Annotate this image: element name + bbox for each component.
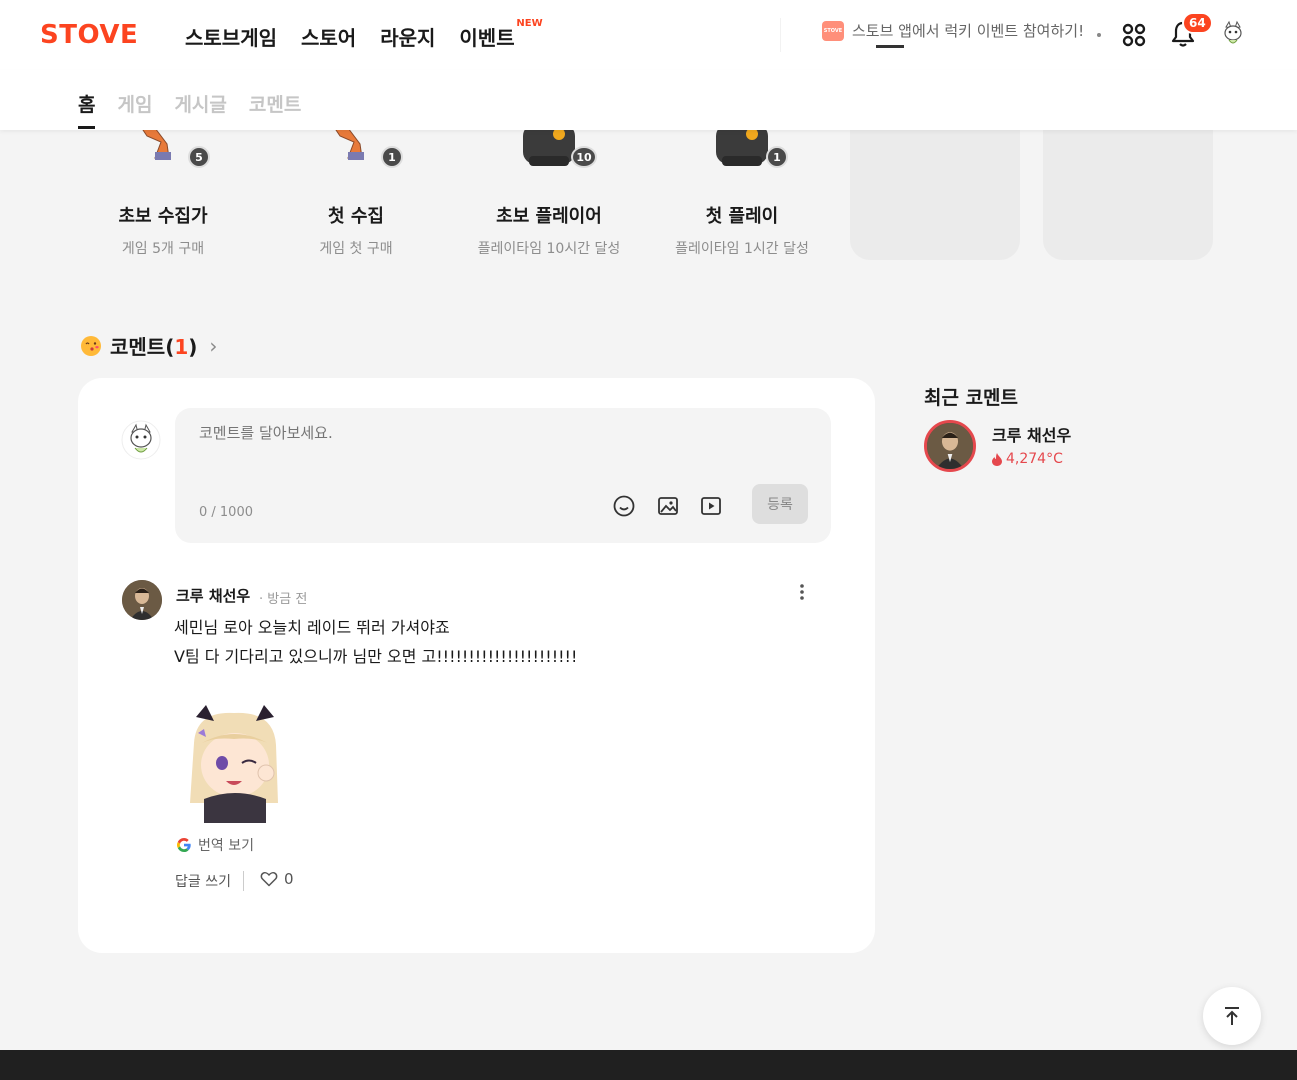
recent-comments-title: 최근 코멘트 [924,387,1019,409]
like-button[interactable]: 0 [260,870,294,888]
my-avatar [121,420,161,460]
badge-card[interactable]: 5 초보 수집가 게임 5개 구매 [73,118,253,258]
badge-count: 1 [766,146,788,168]
empty-badge-slot [850,120,1020,260]
promo-banner[interactable]: STOVE 스토브 앱에서 럭키 이벤트 참여하기! [822,20,1084,41]
badge-name: 첫 플레이 [705,206,779,227]
new-badge: NEW [516,18,543,29]
comments-heading[interactable]: 코멘트(1) › [80,331,217,360]
stove-logo[interactable]: STOVE [40,20,138,50]
profile-tabs: 홈 게임 게시글 코멘트 [78,90,301,129]
char-count: 0 / 1000 [199,505,253,520]
badge-desc: 게임 5개 구매 [121,241,205,257]
stove-app-icon: STOVE [822,20,844,41]
profile-subnav: 홈 게임 게시글 코멘트 [0,70,1297,130]
portrait-image [927,423,973,469]
empty-badge-slot [1043,120,1213,260]
comment-editor: 0 / 1000 등록 [175,408,831,543]
comment-author[interactable]: 크루 채선우 [176,585,250,606]
commenter-avatar[interactable] [122,580,162,620]
video-upload-icon[interactable] [699,494,723,518]
promo-underline [876,45,904,48]
badge-count: 10 [571,146,597,168]
tab-game[interactable]: 게임 [117,90,152,117]
badge-name: 초보 수집가 [118,206,208,227]
recent-commenter-name[interactable]: 크루 채선우 [992,422,1071,446]
tab-home[interactable]: 홈 [78,90,96,129]
scroll-to-top-button[interactable] [1203,987,1261,1045]
recent-temperature: 4,274°C [992,451,1063,467]
kiss-emoji-icon [81,335,101,356]
translate-label: 번역 보기 [198,838,254,854]
comments-count: 1 [174,335,189,359]
like-count: 0 [284,870,294,888]
chevron-right-icon: › [209,333,218,358]
comment-body: 세민님 로아 오늘치 레이드 뛰러 가셔야죠 V팀 다 기다리고 있으니까 님만… [174,613,577,671]
badge-desc: 플레이타임 1시간 달성 [675,241,809,257]
badge-card[interactable]: 1 첫 수집 게임 첫 구매 [266,118,446,258]
open-paren: ( [165,335,175,359]
reply-button[interactable]: 답글 쓰기 [175,871,231,891]
badge-desc: 게임 첫 구매 [319,241,393,257]
nav-lounge[interactable]: 라운지 [380,22,435,51]
badge-name: 초보 플레이어 [496,206,602,227]
badge-name: 첫 수집 [328,206,384,227]
nav-store[interactable]: 스토어 [301,22,356,51]
tab-posts[interactable]: 게시글 [174,90,226,117]
translate-link[interactable]: 번역 보기 [176,835,254,855]
promo-text: 스토브 앱에서 럭키 이벤트 참여하기! [852,22,1085,40]
divider [243,871,244,891]
heart-icon [260,872,278,887]
badge-desc: 플레이타임 10시간 달성 [477,241,621,257]
footer [0,1050,1297,1080]
notification-badge: 64 [1182,12,1213,34]
badge-card[interactable]: 1 첫 플레이 플레이타임 1시간 달성 [652,124,832,258]
temperature-value: 4,274°C [1006,451,1063,467]
google-icon [177,838,191,852]
image-upload-icon[interactable] [656,494,680,518]
divider [780,18,781,52]
flame-icon [992,452,1002,466]
sticker-image[interactable] [174,703,296,823]
profile-avatar[interactable] [1217,18,1249,50]
badge-count: 5 [188,146,210,168]
comment-card: 0 / 1000 등록 크루 채선우 · 방금 전 세민님 로아 오늘치 레이드 [78,378,875,953]
portrait-image [122,580,162,620]
emoji-picker-icon[interactable] [612,494,636,518]
recent-commenter-avatar[interactable] [924,420,976,472]
comment-time: · 방금 전 [259,592,308,607]
comment-line: 세민님 로아 오늘치 레이드 뛰러 가셔야죠 [174,618,450,637]
badge-count: 1 [381,146,403,168]
close-paren: ) [188,335,198,359]
top-bar: STOVE 스토브게임 스토어 라운지 이벤트 NEW STOVE 스토브 앱에… [0,0,1297,70]
more-options-icon[interactable] [798,582,806,602]
promo-dot [1097,33,1101,37]
comments-title: 코멘트 [110,335,166,359]
nav-event[interactable]: 이벤트 NEW [459,18,542,51]
submit-button[interactable]: 등록 [752,484,808,524]
apps-grid-icon[interactable] [1122,23,1146,47]
nav-stove-game[interactable]: 스토브게임 [185,22,277,51]
comment-time-text: 방금 전 [267,592,308,607]
main-nav: 스토브게임 스토어 라운지 이벤트 NEW [185,18,543,51]
comment-input[interactable] [199,424,799,442]
arrow-up-icon [1225,1007,1239,1025]
nav-event-label: 이벤트 [459,26,515,50]
tab-comments[interactable]: 코멘트 [249,90,301,117]
badge-card[interactable]: 10 초보 플레이어 플레이타임 10시간 달성 [459,124,639,258]
comment-line: V팀 다 기다리고 있으니까 님만 오면 고!!!!!!!!!!!!!!!!!!… [174,647,578,666]
